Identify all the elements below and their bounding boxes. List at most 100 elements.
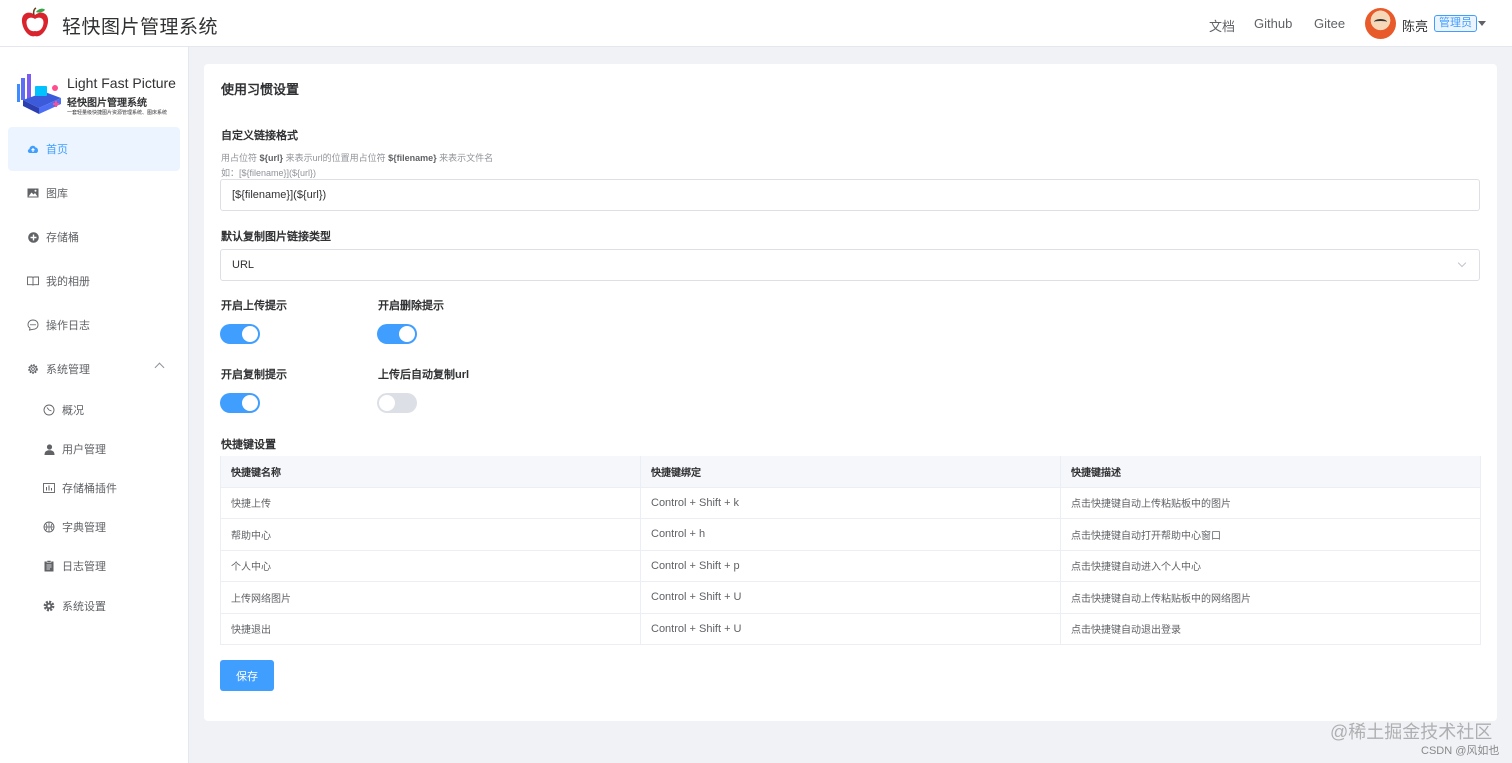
basketball-icon [43, 521, 55, 533]
page-title: 使用习惯设置 [221, 82, 300, 97]
table-row: 快捷上传 Control + Shift + k 点击快捷键自动上传粘贴板中的图… [220, 487, 1481, 519]
sidebar-item-system-management[interactable]: 系统管理 [8, 347, 180, 391]
cloud-upload-icon [27, 143, 39, 155]
sidebar-subitem-label: 字典管理 [62, 522, 106, 534]
chevron-down-icon [1457, 258, 1467, 268]
chart-icon [43, 482, 55, 494]
sidebar-item-label: 操作日志 [46, 320, 90, 332]
sidebar-item-operation-log[interactable]: 操作日志 [8, 303, 180, 347]
link-format-example: 如：[${filename}](${url}) [221, 168, 317, 178]
switch-knob [242, 395, 258, 411]
sidebar-item-label: 图库 [46, 188, 68, 200]
brand-name-en: Light Fast Picture [67, 75, 176, 91]
table-cell: Control + Shift + U [640, 613, 1061, 645]
sidebar-item-buckets[interactable]: 存储桶 [8, 215, 180, 259]
top-header: 轻快图片管理系统 文档 Github Gitee 陈亮 管理员 [0, 0, 1512, 47]
picture-icon [27, 187, 39, 199]
watermark-csdn: CSDN @风如也 [1421, 745, 1500, 757]
copy-type-select[interactable]: URL [220, 249, 1480, 281]
copy-type-value: URL [232, 259, 255, 271]
nav-github-link[interactable]: Github [1254, 16, 1292, 31]
app-title: 轻快图片管理系统 [62, 17, 219, 38]
auto-copy-url-switch[interactable] [377, 393, 417, 413]
sidebar-subitem-system-settings[interactable]: 系统设置 [8, 587, 180, 625]
sidebar-subitem-label: 日志管理 [62, 561, 106, 573]
sidebar-item-label: 首页 [46, 144, 68, 156]
brand-subtitle: 一套轻量级快捷图片资源管理系统、图床系统 [67, 110, 168, 116]
copy-tip-label: 开启复制提示 [221, 369, 287, 381]
table-row: 上传网络图片 Control + Shift + U 点击快捷键自动上传粘贴板中… [220, 581, 1481, 614]
table-cell: Control + Shift + U [640, 581, 1061, 614]
nav-docs-link[interactable]: 文档 [1209, 16, 1235, 35]
sidebar: Light Fast Picture 轻快图片管理系统 一套轻量级快捷图片资源管… [0, 47, 189, 763]
column-header: 快捷键描述 [1060, 456, 1481, 488]
table-cell: Control + Shift + p [640, 550, 1061, 582]
table-cell: 点击快捷键自动进入个人中心 [1060, 550, 1481, 582]
apple-logo-icon[interactable] [20, 7, 50, 39]
settings-card: 使用习惯设置 自定义链接格式 用占位符 ${url} 来表示url的位置用占位符… [204, 64, 1497, 721]
plus-circle-icon [27, 231, 39, 243]
table-cell: 快捷退出 [220, 613, 641, 645]
table-cell: 点击快捷键自动打开帮助中心窗口 [1060, 518, 1481, 551]
sidebar-subitem-users[interactable]: 用户管理 [8, 430, 180, 468]
link-format-hint: 用占位符 ${url} 来表示url的位置用占位符 ${filename} 来表… [221, 153, 494, 163]
sidebar-item-label: 我的相册 [46, 276, 90, 288]
sidebar-subitem-dictionary[interactable]: 字典管理 [8, 508, 180, 546]
clipboard-icon [43, 560, 55, 572]
nav-gitee-link[interactable]: Gitee [1314, 16, 1345, 31]
sidebar-subitem-label: 系统设置 [62, 601, 106, 613]
chat-dots-icon [27, 319, 39, 331]
table-row: 帮助中心 Control + h 点击快捷键自动打开帮助中心窗口 [220, 518, 1481, 551]
table-cell: 点击快捷键自动上传粘贴板中的图片 [1060, 487, 1481, 519]
delete-tip-switch[interactable] [377, 324, 417, 344]
brand-name-cn: 轻快图片管理系统 [67, 98, 147, 109]
table-cell: Control + Shift + k [640, 487, 1061, 519]
delete-tip-label: 开启删除提示 [378, 300, 444, 312]
table-cell: 帮助中心 [220, 518, 641, 551]
compass-icon [43, 404, 55, 416]
gear-icon [27, 363, 39, 375]
auto-copy-url-label: 上传后自动复制url [378, 369, 470, 381]
sidebar-subitem-log-management[interactable]: 日志管理 [8, 547, 180, 585]
sidebar-subitem-label: 存储桶插件 [62, 483, 117, 495]
link-format-label: 自定义链接格式 [221, 130, 298, 142]
upload-tip-switch[interactable] [220, 324, 260, 344]
table-header-row: 快捷键名称 快捷键绑定 快捷键描述 [220, 456, 1481, 488]
table-cell: 快捷上传 [220, 487, 641, 519]
user-icon [43, 443, 55, 455]
table-cell: 个人中心 [220, 550, 641, 582]
user-name[interactable]: 陈亮 [1402, 16, 1428, 35]
link-format-input[interactable] [220, 179, 1480, 211]
book-icon [27, 275, 39, 287]
sidebar-item-label: 系统管理 [46, 364, 90, 376]
brand-illustration-icon [17, 74, 61, 114]
caret-down-icon[interactable] [1478, 21, 1486, 26]
table-row: 快捷退出 Control + Shift + U 点击快捷键自动退出登录 [220, 613, 1481, 645]
column-header: 快捷键绑定 [640, 456, 1061, 488]
copy-tip-switch[interactable] [220, 393, 260, 413]
table-cell: 点击快捷键自动退出登录 [1060, 613, 1481, 645]
save-button[interactable]: 保存 [220, 660, 274, 691]
sidebar-subitem-label: 概况 [62, 405, 84, 417]
table-cell: Control + h [640, 518, 1061, 551]
sidebar-subitem-overview[interactable]: 概况 [8, 391, 180, 429]
shortcuts-table: 快捷键名称 快捷键绑定 快捷键描述 快捷上传 Control + Shift +… [220, 456, 1481, 645]
switch-knob [379, 395, 395, 411]
column-header: 快捷键名称 [220, 456, 641, 488]
shortcuts-label: 快捷键设置 [221, 439, 276, 451]
sidebar-subitem-label: 用户管理 [62, 444, 106, 456]
settings-icon [43, 600, 55, 612]
switch-knob [399, 326, 415, 342]
sidebar-item-albums[interactable]: 我的相册 [8, 259, 180, 303]
table-cell: 上传网络图片 [220, 581, 641, 614]
sidebar-item-label: 存储桶 [46, 232, 79, 244]
switch-knob [242, 326, 258, 342]
role-badge: 管理员 [1434, 15, 1477, 32]
user-avatar[interactable] [1365, 8, 1396, 39]
sidebar-subitem-bucket-plugins[interactable]: 存储桶插件 [8, 469, 180, 507]
upload-tip-label: 开启上传提示 [221, 300, 287, 312]
table-cell: 点击快捷键自动上传粘贴板中的网络图片 [1060, 581, 1481, 614]
sidebar-item-home[interactable]: 首页 [8, 127, 180, 171]
table-row: 个人中心 Control + Shift + p 点击快捷键自动进入个人中心 [220, 550, 1481, 582]
sidebar-item-gallery[interactable]: 图库 [8, 171, 180, 215]
